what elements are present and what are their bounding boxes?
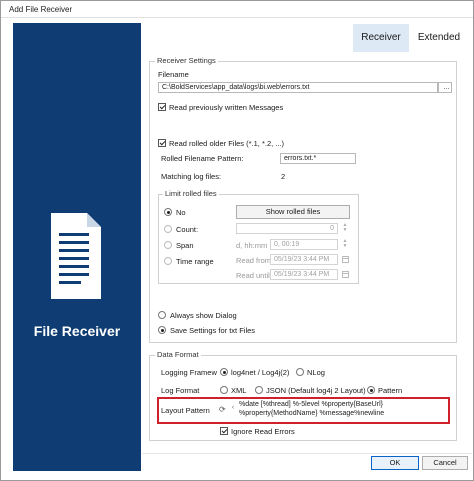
count-spinner-icon[interactable]: ▲ ▼ [341, 223, 349, 234]
browse-button[interactable]: ... [438, 82, 452, 93]
read-from-label: Read from [236, 256, 272, 265]
footer-separator [142, 453, 472, 454]
rolled-pattern-input[interactable]: errors.txt.* [280, 153, 356, 164]
format-json-label: JSON (Default log4j 2 Layout) [266, 386, 366, 395]
window-title: Add File Receiver [9, 5, 73, 14]
format-pattern-label: Pattern [378, 386, 403, 395]
framework-log4net-radio[interactable] [220, 368, 228, 376]
limit-time-range-radio[interactable] [164, 257, 172, 265]
rolled-pattern-label: Rolled Filename Pattern: [161, 154, 244, 163]
chevron-left-icon[interactable]: ‹ [232, 405, 234, 411]
layout-pattern-label: Layout Pattern [161, 406, 210, 415]
ignore-read-errors-checkbox[interactable] [220, 427, 228, 435]
framework-log4net-label: log4net / Log4j(2) [231, 368, 290, 377]
show-rolled-files-button[interactable]: Show rolled files [236, 205, 350, 219]
span-input[interactable]: 0, 00:19 [270, 239, 338, 250]
format-json-radio[interactable] [255, 386, 263, 394]
limit-no-label: No [176, 208, 186, 217]
read-until-calendar-icon[interactable] [342, 271, 349, 278]
add-file-receiver-dialog: Add File Receiver File Receiver Receiver… [0, 0, 474, 481]
matching-files-label: Matching log files: [161, 172, 222, 181]
filename-input[interactable]: C:\BoldServices\app_data\logs\bi.web\err… [158, 82, 438, 93]
refresh-icon[interactable]: ⟳ [219, 405, 226, 414]
matching-files-value: 2 [281, 172, 286, 181]
title-bar: Add File Receiver [1, 1, 473, 18]
tab-receiver[interactable]: Receiver [353, 24, 409, 52]
sidebar-title: File Receiver [33, 323, 121, 339]
format-pattern-radio[interactable] [367, 386, 375, 394]
span-hint: d, hh:mm [236, 241, 268, 250]
limit-span-radio[interactable] [164, 241, 172, 249]
ignore-read-errors-label: Ignore Read Errors [231, 427, 295, 436]
framework-nlog-label: NLog [307, 368, 325, 377]
tab-extended[interactable]: Extended [411, 24, 467, 52]
limit-span-label: Span [176, 241, 194, 250]
cancel-button[interactable]: Cancel [422, 456, 468, 470]
ok-button[interactable]: OK [371, 456, 419, 470]
always-show-dialog-radio[interactable] [158, 311, 166, 319]
save-settings-label: Save Settings for txt Files [170, 326, 256, 335]
logging-framework-label: Logging Framew [161, 368, 217, 377]
receiver-settings-legend: Receiver Settings [155, 56, 218, 65]
read-rolled-label: Read rolled older Files (*.1, *.2, ...) [169, 139, 285, 148]
limit-rolled-legend: Limit rolled files [163, 189, 219, 198]
limit-count-label: Count: [176, 225, 199, 234]
read-previous-label: Read previously written Messages [169, 103, 284, 112]
layout-pattern-input[interactable]: %date [%thread] %-5level %property{BaseU… [239, 400, 445, 418]
span-spinner-icon[interactable]: ▲ ▼ [341, 239, 349, 250]
format-xml-radio[interactable] [220, 386, 228, 394]
read-from-calendar-icon[interactable] [342, 256, 349, 263]
sidebar-panel: File Receiver [13, 23, 141, 471]
read-rolled-checkbox[interactable] [158, 139, 166, 147]
read-until-input[interactable]: 05/19/23 3:44 PM [270, 269, 338, 280]
format-xml-label: XML [231, 386, 247, 395]
save-settings-radio[interactable] [158, 326, 166, 334]
data-format-legend: Data Format [155, 350, 201, 359]
always-show-dialog-label: Always show Dialog [170, 311, 237, 320]
read-until-label: Read until [236, 271, 270, 280]
read-from-input[interactable]: 05/19/23 3:44 PM [270, 254, 338, 265]
limit-count-radio[interactable] [164, 225, 172, 233]
limit-time-range-label: Time range [176, 257, 214, 266]
limit-no-radio[interactable] [164, 208, 172, 216]
document-icon [51, 213, 101, 299]
filename-label: Filename [158, 70, 189, 79]
log-format-label: Log Format [161, 386, 200, 395]
count-input[interactable]: 0 [236, 223, 338, 234]
framework-nlog-radio[interactable] [296, 368, 304, 376]
read-previous-checkbox[interactable] [158, 103, 166, 111]
